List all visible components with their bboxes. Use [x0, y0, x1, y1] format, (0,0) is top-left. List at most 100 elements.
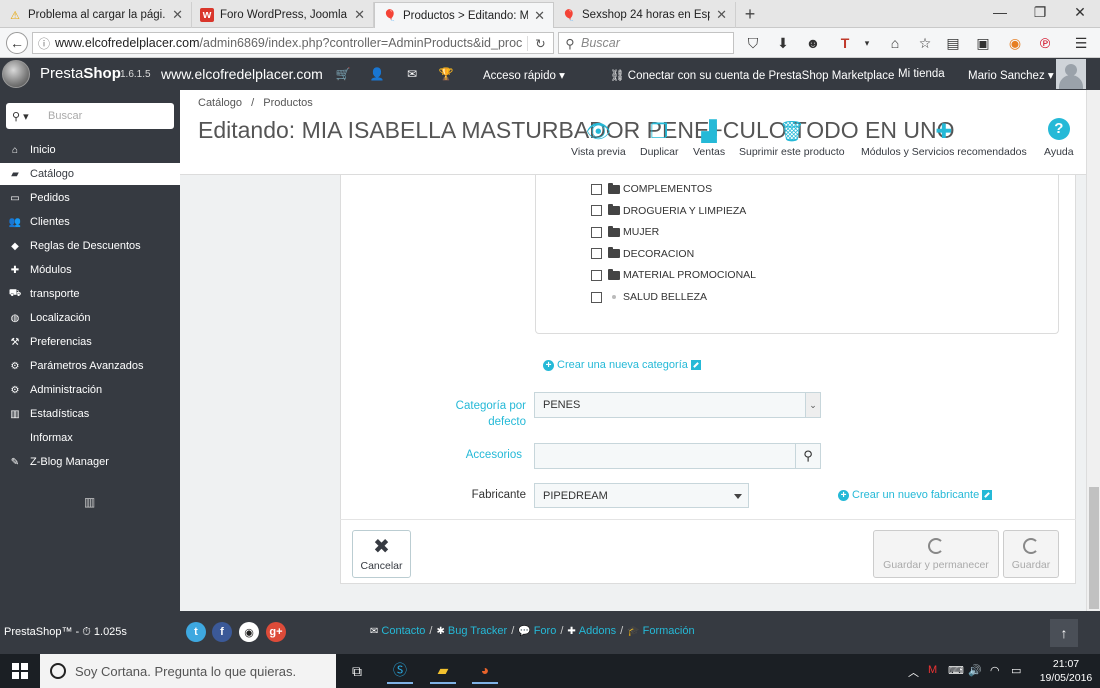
reading-list-icon[interactable]: ▤ — [942, 33, 964, 53]
delete-product-button[interactable]: 🗑 Suprimir este producto — [739, 110, 845, 160]
sidebar-item-localizaci-n[interactable]: ◍ Localización — [0, 307, 180, 329]
category-checkbox[interactable] — [591, 248, 602, 260]
envelope-icon[interactable]: ✉ — [404, 66, 420, 82]
maximize-button[interactable]: ❐ — [1025, 4, 1055, 21]
task-view-icon[interactable]: ⧉ — [344, 658, 370, 684]
preview-button[interactable]: 👁 Vista previa — [571, 110, 626, 160]
sidebar-item-preferencias[interactable]: ⚒ Preferencias — [0, 331, 180, 353]
sidebar-item-administraci-n[interactable]: ⚙ Administración — [0, 379, 180, 401]
sidebar-item-par-metros-avanzados[interactable]: ⚙ Parámetros Avanzados — [0, 355, 180, 377]
category-checkbox[interactable] — [591, 269, 602, 281]
sales-button[interactable]: ▟ Ventas — [693, 110, 725, 160]
firefox-icon[interactable]: ◕ — [472, 658, 498, 684]
create-manufacturer-link[interactable]: + Crear un nuevo fabricante — [838, 489, 993, 501]
volume-icon[interactable]: 🔊 — [968, 664, 982, 677]
antivirus-icon[interactable]: M — [928, 664, 937, 676]
twitter-icon[interactable]: t — [186, 622, 206, 642]
breadcrumb-products[interactable]: Productos — [263, 97, 313, 109]
chevron-down-icon[interactable]: ▾ — [856, 33, 878, 53]
shop-domain-link[interactable]: www.elcofredelplacer.com — [161, 66, 323, 82]
browser-tab[interactable]: w Foro WordPress, Joomla y ... ✕ — [192, 2, 374, 28]
windows-start-icon[interactable] — [12, 663, 28, 679]
sidebar-item-m-dulos[interactable]: ✚ Módulos — [0, 259, 180, 281]
browser-tab[interactable]: ⚠ Problema al cargar la pági... ✕ — [0, 2, 192, 28]
duplicate-button[interactable]: ❐ Duplicar — [640, 110, 679, 160]
sidebar-item-inicio[interactable]: ⌂ Inicio — [0, 139, 180, 161]
category-checkbox[interactable] — [591, 205, 602, 217]
skype-icon[interactable]: Ⓢ — [387, 658, 413, 684]
category-label[interactable]: DECORACION — [623, 248, 694, 260]
browser-tab-active[interactable]: 🎈 Productos > Editando: Ml... ✕ — [374, 2, 554, 28]
close-window-button[interactable]: ✕ — [1065, 4, 1095, 21]
sidebar-item-cat-logo[interactable]: ▰ Catálogo — [0, 163, 180, 185]
category-checkbox[interactable] — [591, 226, 602, 238]
avatar[interactable] — [1056, 59, 1086, 89]
system-clock[interactable]: 21:07 19/05/2016 — [1038, 657, 1094, 685]
file-explorer-icon[interactable]: ▰ — [430, 658, 456, 684]
sidebar-item-reglas-de-descuentos[interactable]: ◆ Reglas de Descuentos — [0, 235, 180, 257]
t-extension-icon[interactable]: T — [834, 33, 856, 53]
search-icon[interactable]: ⚲ — [795, 443, 821, 469]
sidebar-item-z-blog-manager[interactable]: ✎ Z-Blog Manager — [0, 451, 180, 473]
home-icon[interactable]: ⌂ — [884, 33, 906, 53]
cart-icon[interactable]: 🛒 — [335, 66, 351, 82]
pinterest-icon[interactable]: ℗ — [1034, 33, 1056, 53]
category-label[interactable]: MUJER — [623, 226, 659, 238]
search-icon[interactable]: ⚲ ▾ — [6, 110, 40, 123]
tray-chevron-icon[interactable]: ︿ — [908, 664, 919, 680]
create-category-link[interactable]: + Crear una nueva categoría — [543, 359, 701, 371]
category-checkbox[interactable] — [591, 183, 602, 195]
wifi-icon[interactable]: ◠ — [990, 664, 1000, 677]
browser-tab[interactable]: 🎈 Sexshop 24 horas en Espa... ✕ — [554, 2, 736, 28]
sidebar-search[interactable]: ⚲ ▾ Buscar — [6, 103, 174, 129]
recommended-modules-button[interactable]: ✚ Módulos y Servicios recomendados — [861, 110, 1027, 160]
footer-link-bug-tracker[interactable]: Bug Tracker — [448, 625, 507, 637]
info-icon[interactable]: ⓘ — [33, 35, 55, 52]
screenshot-icon[interactable]: ▣ — [972, 33, 994, 53]
user-icon[interactable]: 👤 — [369, 66, 385, 82]
shop-logo[interactable] — [2, 60, 30, 88]
keyboard-icon[interactable]: ⌨ — [948, 664, 964, 677]
sidebar-item-transporte[interactable]: ⛟ transporte — [0, 283, 180, 305]
close-icon[interactable]: ✕ — [716, 7, 727, 23]
menu-icon[interactable]: ☰ — [1070, 33, 1092, 53]
footer-link-addons[interactable]: Addons — [579, 625, 616, 637]
quick-access-menu[interactable]: Acceso rápido ▾ — [483, 68, 565, 82]
category-label[interactable]: MATERIAL PROMOCIONAL — [623, 269, 756, 281]
cancel-button[interactable]: ✖ Cancelar — [352, 530, 411, 578]
scrollbar-thumb[interactable] — [1089, 487, 1099, 609]
notifications-icon[interactable]: ▭ — [1011, 664, 1021, 677]
accessories-label[interactable]: Accesorios — [440, 449, 522, 461]
footer-link-forum[interactable]: Foro — [534, 625, 557, 637]
browser-search-input[interactable]: ⚲ Buscar — [558, 32, 734, 54]
pocket-icon[interactable]: ⛉ — [742, 33, 764, 53]
sidebar-item-informax[interactable]: Informax — [0, 427, 180, 449]
color-extension-icon[interactable]: ◉ — [1004, 33, 1026, 53]
category-label[interactable]: COMPLEMENTOS — [623, 183, 712, 195]
category-checkbox[interactable] — [591, 291, 602, 303]
trophy-icon[interactable]: 🏆 — [438, 66, 454, 82]
help-button[interactable]: ? Ayuda — [1044, 110, 1074, 160]
save-button[interactable]: Guardar — [1003, 530, 1059, 578]
default-category-select[interactable]: PENES ⌄ — [534, 392, 821, 418]
footer-link-contact[interactable]: Contacto — [381, 625, 425, 637]
close-icon[interactable]: ✕ — [354, 7, 365, 23]
my-shop-link[interactable]: Mi tienda — [898, 68, 945, 80]
cortana-search[interactable]: Soy Cortana. Pregunta lo que quieras. — [40, 654, 336, 688]
close-icon[interactable]: ✕ — [172, 7, 183, 23]
marketplace-link[interactable]: ⛓ Conectar con su cuenta de PrestaShop M… — [610, 68, 894, 82]
sidebar-item-estad-sticas[interactable]: ▥ Estadísticas — [0, 403, 180, 425]
google-plus-icon[interactable]: g+ — [266, 622, 286, 642]
accessories-input[interactable] — [534, 443, 796, 469]
url-bar[interactable]: ⓘ www.elcofredelplacer.com/admin6869/ind… — [32, 32, 554, 54]
save-and-stay-button[interactable]: Guardar y permanecer — [873, 530, 999, 578]
bookmark-star-icon[interactable]: ☆ — [914, 33, 936, 53]
facebook-icon[interactable]: f — [212, 622, 232, 642]
category-label[interactable]: SALUD BELLEZA — [623, 291, 707, 303]
manufacturer-select[interactable]: PIPEDREAM — [534, 483, 749, 508]
scroll-to-top-button[interactable]: ↑ — [1050, 619, 1078, 647]
category-label[interactable]: DROGUERIA Y LIMPIEZA — [623, 205, 746, 217]
breadcrumb-catalog[interactable]: Catálogo — [198, 97, 242, 109]
chat-icon[interactable]: ☻ — [802, 33, 824, 53]
footer-link-training[interactable]: Formación — [643, 625, 695, 637]
